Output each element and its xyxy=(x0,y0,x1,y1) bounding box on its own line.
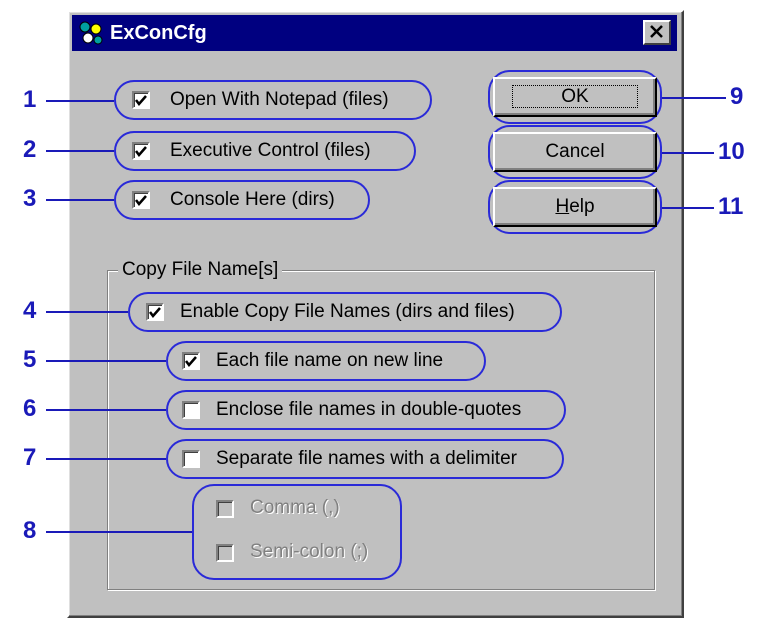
checkbox-label: Executive Control (files) xyxy=(170,140,371,161)
checkbox-executive-control[interactable]: Executive Control (files) xyxy=(114,131,416,171)
checkbox-box[interactable] xyxy=(132,142,150,160)
cancel-button[interactable]: Cancel xyxy=(493,132,657,172)
checkbox-box[interactable] xyxy=(182,352,200,370)
checkbox-box[interactable] xyxy=(132,91,150,109)
ok-button[interactable]: OK xyxy=(493,77,657,117)
checkbox-label: Semi-colon (;) xyxy=(250,541,369,562)
callout-number: 5 xyxy=(23,346,37,373)
close-icon xyxy=(650,25,663,38)
callout-number: 7 xyxy=(23,444,37,471)
callout-number: 6 xyxy=(23,395,37,422)
help-button[interactable]: Help xyxy=(493,187,657,227)
ok-label: OK xyxy=(512,85,638,108)
checkbox-each-file-new-line[interactable]: Each file name on new line xyxy=(166,341,486,381)
window-title: ExConCfg xyxy=(110,22,207,44)
checkbox-label: Each file name on new line xyxy=(216,350,444,371)
callout-number: 2 xyxy=(23,136,37,163)
checkbox-box[interactable] xyxy=(132,191,150,209)
checkbox-box[interactable] xyxy=(182,401,200,419)
callout-number: 8 xyxy=(23,517,37,544)
callout-number: 1 xyxy=(23,86,37,113)
checkbox-label: Open With Notepad (files) xyxy=(170,89,389,110)
checkbox-box xyxy=(216,500,234,518)
checkbox-label: Comma (,) xyxy=(250,497,340,518)
callout-line xyxy=(662,152,714,154)
checkbox-label: Separate file names with a delimiter xyxy=(216,448,517,469)
checkmark-icon xyxy=(135,195,147,206)
callout-line xyxy=(46,458,166,460)
help-label: Help xyxy=(555,196,595,217)
checkbox-enable-copy-file-names[interactable]: Enable Copy File Names (dirs and files) xyxy=(128,292,562,332)
callout-line xyxy=(46,150,114,152)
callout-line xyxy=(46,100,114,102)
callout-number: 9 xyxy=(730,83,744,110)
checkmark-icon xyxy=(135,146,147,157)
checkbox-enclose-double-quotes[interactable]: Enclose file names in double-quotes xyxy=(166,390,566,430)
checkbox-semicolon: Semi-colon (;) xyxy=(216,536,386,572)
callout-line xyxy=(662,207,714,209)
cancel-label: Cancel xyxy=(545,141,605,162)
app-icon xyxy=(79,21,103,45)
callout-line xyxy=(46,531,192,533)
checkmark-icon xyxy=(149,307,161,318)
callout-line xyxy=(46,311,128,313)
checkbox-comma: Comma (,) xyxy=(216,492,386,528)
callout-number: 4 xyxy=(23,297,37,324)
checkbox-box xyxy=(216,544,234,562)
title-bar[interactable]: ExConCfg xyxy=(72,15,677,51)
checkbox-box[interactable] xyxy=(146,303,164,321)
checkmark-icon xyxy=(185,356,197,367)
callout-number: 3 xyxy=(23,185,37,212)
callout-line xyxy=(46,360,166,362)
checkbox-label: Console Here (dirs) xyxy=(170,189,335,210)
group-label: Copy File Name[s] xyxy=(118,258,283,282)
checkbox-separate-delimiter[interactable]: Separate file names with a delimiter xyxy=(166,439,564,479)
callout-number: 11 xyxy=(718,193,744,220)
checkbox-open-with-notepad[interactable]: Open With Notepad (files) xyxy=(114,80,432,120)
checkbox-label: Enable Copy File Names (dirs and files) xyxy=(180,301,515,322)
checkbox-label: Enclose file names in double-quotes xyxy=(216,399,522,420)
checkbox-box[interactable] xyxy=(182,450,200,468)
checkbox-console-here[interactable]: Console Here (dirs) xyxy=(114,180,370,220)
callout-line xyxy=(46,409,166,411)
callout-line xyxy=(662,97,726,99)
checkmark-icon xyxy=(135,95,147,106)
callout-line xyxy=(46,199,114,201)
callout-number: 10 xyxy=(718,138,745,165)
close-button[interactable] xyxy=(643,20,671,45)
